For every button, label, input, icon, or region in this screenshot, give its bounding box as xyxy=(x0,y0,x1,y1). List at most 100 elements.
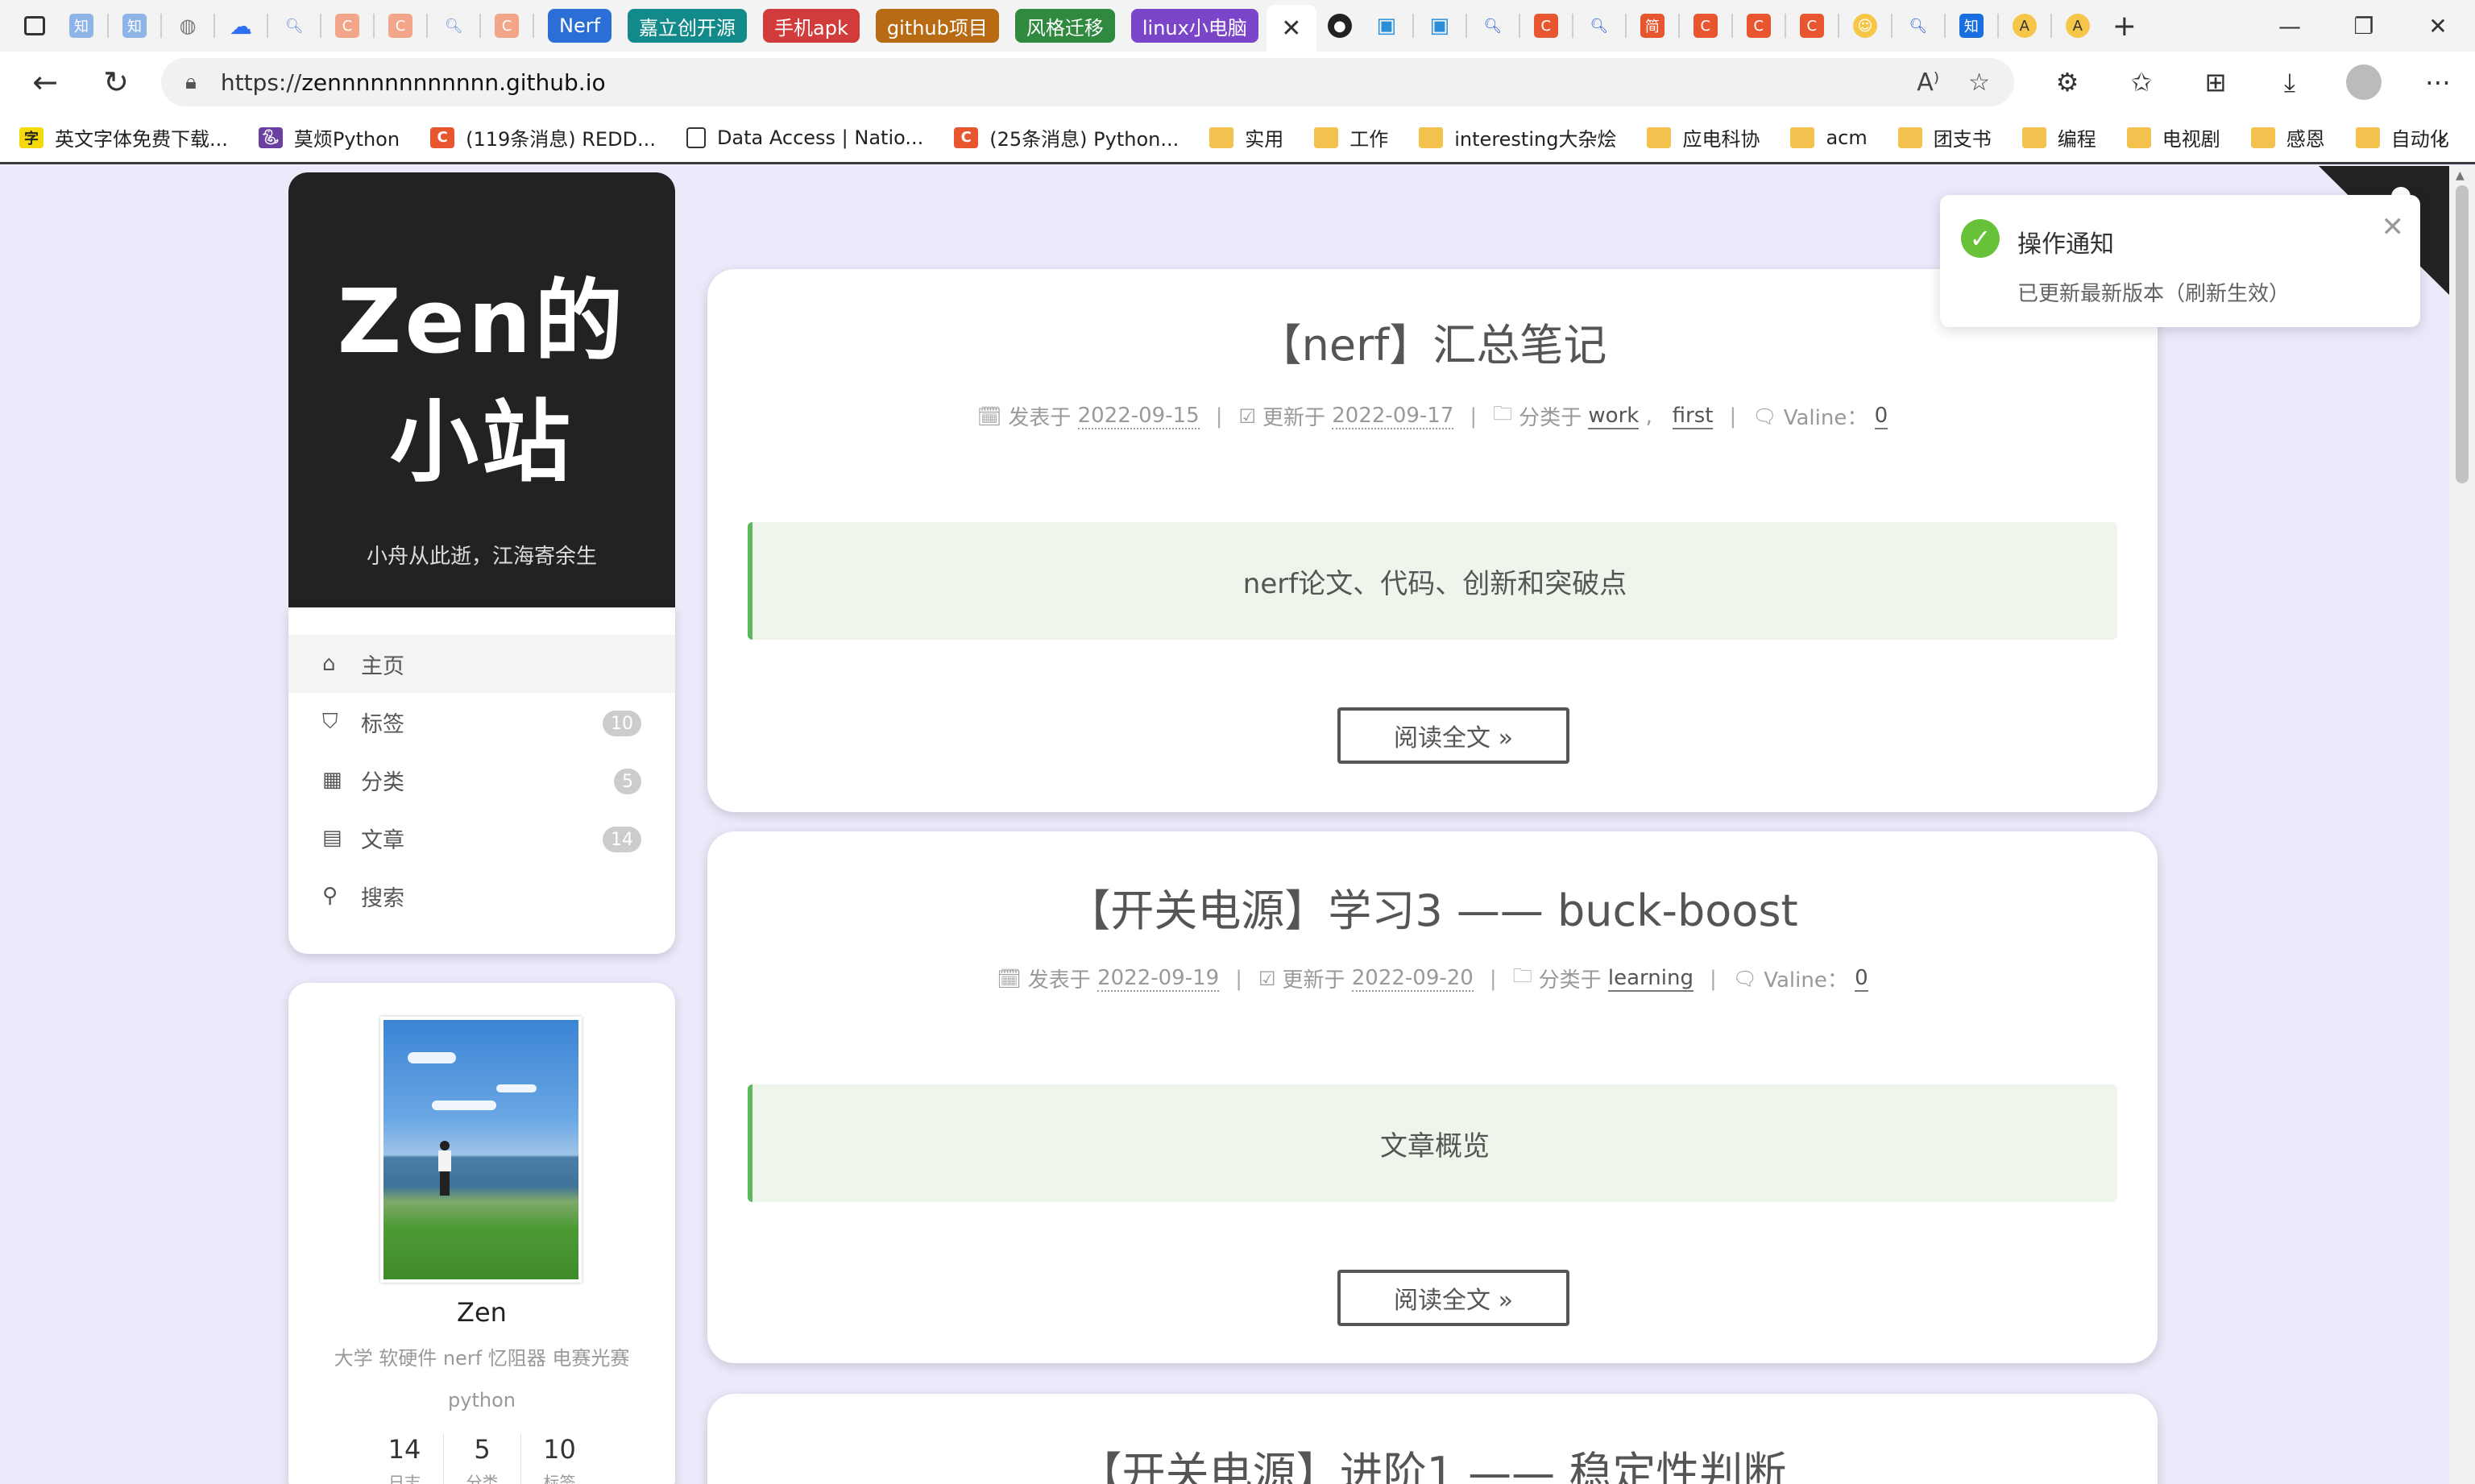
tab-search-icon[interactable]: 🔍︎ xyxy=(434,6,473,45)
tab-cloud-icon[interactable]: ☁ xyxy=(222,6,260,45)
menu-item-categories[interactable]: ▦ 分类 5 xyxy=(288,751,675,809)
post-title[interactable]: 【开关电源】进阶1 —— 稳定性判断 xyxy=(707,1437,2158,1484)
folder-icon xyxy=(1419,126,1444,148)
window-close-icon[interactable]: ✕ xyxy=(2401,0,2475,52)
tab-group-linux[interactable]: linux小电脑 xyxy=(1130,9,1258,43)
menu-item-search[interactable]: ⚲ 搜索 xyxy=(288,867,675,925)
post-title[interactable]: 【开关电源】学习3 —— buck-boost xyxy=(707,875,2158,939)
bookmarks-more-chevron-icon[interactable]: › xyxy=(2437,113,2448,164)
new-tab-plus-icon[interactable]: + xyxy=(2105,6,2144,45)
tab-jianshu-icon[interactable]: 简 xyxy=(1633,6,1672,45)
restore-icon[interactable]: ❐ xyxy=(2327,0,2401,52)
tab-group-nerf[interactable]: Nerf xyxy=(548,9,612,43)
profile-avatar-icon[interactable] xyxy=(2327,52,2401,113)
category-link[interactable]: first xyxy=(1672,404,1714,429)
collections-icon[interactable]: ⊞ xyxy=(2179,52,2253,113)
refresh-icon[interactable]: ↻ xyxy=(81,52,151,113)
tab-search-icon[interactable]: 🔍︎ xyxy=(275,6,313,45)
tab-separator xyxy=(373,14,375,38)
tab-a-icon[interactable]: A xyxy=(2005,6,2044,45)
tab-csdn-icon[interactable]: C xyxy=(1793,6,1831,45)
tab-page-icon[interactable]: ◍ xyxy=(168,6,207,45)
tab-bilibili-icon[interactable]: ▣ xyxy=(1420,6,1459,45)
tab-csdn-icon[interactable]: C xyxy=(381,6,420,45)
bookmark-folder[interactable]: acm xyxy=(1790,126,1868,149)
favorites-icon[interactable]: ✩ xyxy=(2104,52,2179,113)
tab-zhihu-icon[interactable]: 知 xyxy=(1952,6,1991,45)
tab-csdn-icon[interactable]: C xyxy=(1739,6,1778,45)
download-icon[interactable]: ⤓ xyxy=(2253,52,2327,113)
bookmark-folder[interactable]: 感恩 xyxy=(2250,123,2325,151)
bookmark-folder[interactable]: 团支书 xyxy=(1897,123,1992,151)
meta-divider: | xyxy=(1709,966,1717,991)
bookmark-folder[interactable]: 自动化 xyxy=(2355,123,2449,151)
stat-categories[interactable]: 5 分类 xyxy=(443,1434,520,1484)
comments-count[interactable]: 0 xyxy=(1874,404,1888,429)
tab-csdn-icon[interactable]: C xyxy=(328,6,367,45)
tab-zhihu-icon[interactable]: 知 xyxy=(115,6,154,45)
tab-csdn-icon[interactable]: C xyxy=(1527,6,1565,45)
bookmark-folder[interactable]: 工作 xyxy=(1314,123,1388,151)
bookmark-item[interactable]: Data Access | Natio... xyxy=(686,126,923,149)
bookmark-folder[interactable]: 应电科协 xyxy=(1647,123,1760,151)
read-more-button[interactable]: 阅读全文 » xyxy=(1337,1270,1569,1326)
category-link[interactable]: work xyxy=(1588,404,1640,429)
minimize-icon[interactable]: — xyxy=(2253,0,2327,52)
page-scrollbar[interactable]: ▲ xyxy=(2449,166,2475,1484)
tab-search-icon[interactable]: 🔍︎ xyxy=(1474,6,1512,45)
more-menu-icon[interactable]: ⋯ xyxy=(2401,52,2475,113)
menu-item-home[interactable]: ⌂ 主页 xyxy=(288,635,675,693)
post-summary-note: 文章概览 xyxy=(748,1084,2117,1202)
url-scheme: https:// xyxy=(220,68,302,96)
tab-separator xyxy=(1571,14,1573,38)
stat-number: 10 xyxy=(543,1434,576,1465)
site-title[interactable]: Zen的 小站 xyxy=(288,221,675,543)
url-bar[interactable]: 🔒︎ https://zennnnnnnnnnnn.github.io A⁾ ☆ xyxy=(161,58,2014,106)
tab-csdn-icon[interactable]: C xyxy=(1686,6,1725,45)
category-link[interactable]: learning xyxy=(1607,966,1694,992)
bookmark-item[interactable]: C (25条消息) Python... xyxy=(954,123,1179,151)
add-favorite-icon[interactable]: ☆ xyxy=(1968,68,1990,97)
tab-csdn-icon[interactable]: C xyxy=(487,6,526,45)
comments-count[interactable]: 0 xyxy=(1855,966,1868,992)
tab-group-jlc[interactable]: 嘉立创开源 xyxy=(628,9,748,43)
tab-group-style[interactable]: 风格迁移 xyxy=(1014,9,1115,43)
menu-label: 文章 xyxy=(361,827,404,853)
tab-a-icon[interactable]: A xyxy=(2058,6,2097,45)
stat-posts[interactable]: 14 日志 xyxy=(366,1434,443,1484)
tab-actions-icon[interactable] xyxy=(15,6,54,45)
tab-separator xyxy=(1943,14,1946,38)
tab-bilibili-icon[interactable]: ▣ xyxy=(1367,6,1406,45)
bookmark-item[interactable]: 🐍︎ 莫烦Python xyxy=(258,123,400,151)
folder-icon xyxy=(1647,126,1672,148)
read-more-button[interactable]: 阅读全文 » xyxy=(1337,707,1569,764)
toast-close-icon[interactable]: ✕ xyxy=(2382,211,2405,243)
tab-group-apk[interactable]: 手机apk xyxy=(763,9,860,43)
stat-tags[interactable]: 10 标签 xyxy=(520,1434,598,1484)
bookmark-item[interactable]: 字英文字体免费下载... xyxy=(19,123,228,151)
extensions-icon[interactable]: ⚙ xyxy=(2030,52,2104,113)
tab-github-icon[interactable]: ● xyxy=(1320,6,1359,45)
site-menu: ⌂ 主页 ⛉ 标签 10 ▦ 分类 5 ▤ 文章 14 ⚲ 搜索 xyxy=(288,607,675,954)
bookmark-folder[interactable]: interesting大杂烩 xyxy=(1419,123,1616,151)
tab-emoji-icon[interactable]: ☺ xyxy=(1846,6,1884,45)
menu-item-archives[interactable]: ▤ 文章 14 xyxy=(288,809,675,867)
tab-search-icon[interactable]: 🔍︎ xyxy=(1899,6,1938,45)
tab-group-github[interactable]: github项目 xyxy=(875,9,999,43)
scroll-up-arrow-icon[interactable]: ▲ xyxy=(2456,169,2465,182)
bookmark-folder[interactable]: 实用 xyxy=(1209,123,1283,151)
stat-label: 标签 xyxy=(543,1473,576,1484)
bookmark-folder[interactable]: 电视剧 xyxy=(2126,123,2220,151)
bookmark-folder[interactable]: 编程 xyxy=(2021,123,2096,151)
tab-search-icon[interactable]: 🔍︎ xyxy=(1580,6,1619,45)
active-tab-close-icon[interactable]: ✕ xyxy=(1266,5,1316,52)
bookmark-label: acm xyxy=(1826,126,1868,149)
back-arrow-icon[interactable]: ← xyxy=(10,52,81,113)
menu-item-tags[interactable]: ⛉ 标签 10 xyxy=(288,693,675,751)
csdn-icon: C xyxy=(954,126,979,148)
read-aloud-icon[interactable]: A⁾ xyxy=(1917,68,1939,97)
tab-zhihu-icon[interactable]: 知 xyxy=(62,6,101,45)
bookmark-item[interactable]: C (119条消息) REDD... xyxy=(430,123,656,151)
scrollbar-thumb[interactable] xyxy=(2456,185,2469,483)
lock-icon[interactable]: 🔒︎ xyxy=(185,70,197,95)
